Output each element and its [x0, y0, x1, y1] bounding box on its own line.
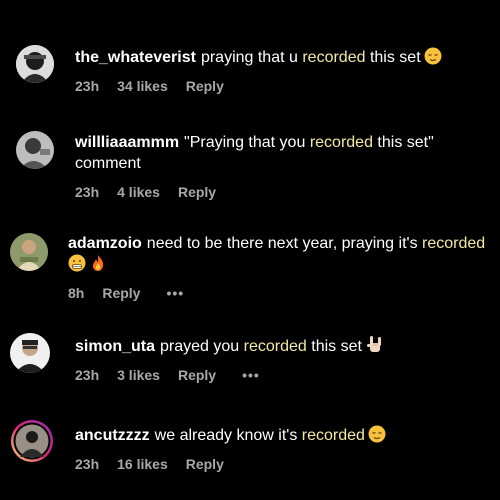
comment-item: willliaaammm "Praying that you recorded t… [0, 128, 500, 203]
comment-text: adamzoio need to be there next year, pray… [68, 233, 498, 275]
reply-button[interactable]: Reply [186, 78, 224, 94]
reply-button[interactable]: Reply [102, 285, 140, 301]
relieved-face-emoji-icon [368, 425, 386, 443]
reply-button[interactable]: Reply [178, 367, 216, 383]
reply-button[interactable]: Reply [178, 184, 216, 200]
comment-body: "Praying that you [184, 134, 306, 151]
comment-body: we already know it's [154, 427, 298, 444]
comment-username[interactable]: ancutzzzz [75, 427, 150, 444]
comment-text: simon_uta prayed you recorded this set [75, 334, 492, 357]
comment-username[interactable]: willliaaammm [75, 134, 179, 151]
comment-username[interactable]: adamzoio [68, 235, 142, 252]
avatar[interactable] [16, 45, 54, 83]
comment-item: the_whateverist praying that u recorded t… [0, 42, 500, 102]
avatar-with-story-ring[interactable] [10, 419, 54, 463]
likes-count[interactable]: 16 likes [117, 456, 168, 472]
comment-body-end: this set [311, 338, 362, 355]
comment-item: adamzoio need to be there next year, pray… [0, 230, 500, 305]
comment-text: the_whateverist praying that u recorded t… [75, 47, 492, 68]
relieved-face-emoji-icon [424, 47, 442, 65]
highlighted-keyword: recorded [422, 235, 486, 252]
comment-meta: 23h 4 likes Reply [75, 183, 492, 201]
comment-meta: 23h 34 likes Reply [75, 77, 492, 95]
likes-count[interactable]: 34 likes [117, 78, 168, 94]
comment-meta: 23h 16 likes Reply [75, 455, 492, 473]
comment-meta: 8h Reply ••• [68, 284, 492, 302]
more-options-icon[interactable]: ••• [166, 285, 184, 301]
grimacing-face-emoji-icon [68, 254, 86, 272]
highlighted-keyword: recorded [243, 338, 307, 355]
comment-item: simon_uta prayed you recorded this set 23… [0, 330, 500, 390]
comment-time: 23h [75, 367, 100, 383]
comment-body: need to be there next year, praying it's [146, 235, 418, 252]
likes-count[interactable]: 4 likes [117, 184, 160, 200]
highlighted-keyword: recorded [301, 427, 365, 444]
comment-body: praying that u [200, 49, 298, 66]
comment-time: 23h [75, 184, 100, 200]
comment-body: prayed you [160, 338, 240, 355]
comment-body-end: this set [369, 49, 421, 66]
highlighted-keyword: recorded [309, 134, 373, 151]
sign-of-horns-emoji-icon [365, 334, 385, 354]
comment-text: willliaaammm "Praying that you recorded t… [75, 132, 475, 174]
avatar[interactable] [10, 333, 50, 373]
comment-time: 23h [75, 78, 100, 94]
highlighted-keyword: recorded [302, 49, 366, 66]
comment-text: ancutzzzz we already know it's recorded [75, 425, 492, 446]
fire-emoji-icon [89, 254, 107, 272]
comment-username[interactable]: the_whateverist [75, 49, 196, 66]
comment-time: 23h [75, 456, 100, 472]
more-options-icon[interactable]: ••• [242, 367, 260, 383]
likes-count[interactable]: 3 likes [117, 367, 160, 383]
avatar[interactable] [16, 131, 54, 169]
comment-meta: 23h 3 likes Reply ••• [75, 366, 492, 384]
comment-item: ancutzzzz we already know it's recorded 2… [0, 418, 500, 478]
reply-button[interactable]: Reply [186, 456, 224, 472]
comment-username[interactable]: simon_uta [75, 338, 155, 355]
avatar[interactable] [10, 233, 48, 271]
comment-time: 8h [68, 285, 85, 301]
